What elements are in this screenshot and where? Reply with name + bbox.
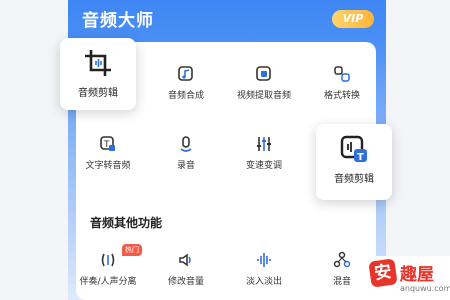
tool-volume[interactable]: 修改音量 [156,250,216,287]
section-title: 音频其他功能 [90,216,163,230]
audio-edit-icon: T [316,134,392,168]
audio-edit-card-left[interactable]: 音频剪辑 [60,38,136,110]
audio-edit-card-right[interactable]: T 音频剪辑 [316,124,392,200]
tool-format-convert[interactable]: 格式转换 [312,64,372,101]
mix-icon [332,250,352,270]
watermark-name: 趣屋 [400,265,434,285]
watermark-url: anquwu.com [400,284,450,293]
equalizer-icon [254,134,274,154]
waveform-icon [254,250,274,270]
tool-label: 淡入淡出 [245,277,282,287]
tool-text-to-audio[interactable]: T 文字转音频 [78,134,138,171]
tool-speed-pitch[interactable]: 变速变调 [234,134,294,171]
tool-record[interactable]: 录音 [156,134,216,171]
text-to-audio-icon: T [98,134,118,154]
tool-label: 修改音量 [167,277,204,287]
svg-text:T: T [357,152,364,163]
tool-label: 文字转音频 [85,161,131,171]
hot-badge: 热门 [122,244,142,256]
tool-fade[interactable]: 淡入淡出 [234,250,294,287]
format-convert-icon [332,64,352,84]
video-extract-icon [254,64,274,84]
vip-badge[interactable]: VIP [332,10,374,28]
tool-label: 视频提取音频 [236,91,291,101]
microphone-icon [176,134,196,154]
card-label: 音频剪辑 [334,174,374,185]
volume-icon [176,250,196,270]
svg-text:T: T [103,140,110,150]
app-title: 音频大师 [82,11,154,31]
music-note-icon [176,64,196,84]
tool-label: 变速变调 [245,161,282,171]
tool-label: 格式转换 [323,91,360,101]
tool-label: 伴奏/人声分离 [79,277,137,287]
card-label: 音频剪辑 [78,88,118,99]
watermark-logo: 安 [368,258,398,288]
crop-icon [60,48,136,82]
tool-mix[interactable]: 混音 [312,250,372,287]
watermark: 安 趣屋 anquwu.com [366,256,450,300]
tool-label: 音频合成 [167,91,204,101]
tool-label: 录音 [176,161,195,171]
tool-video-extract[interactable]: 视频提取音频 [234,64,294,101]
split-voice-icon [98,250,118,270]
tool-audio-merge[interactable]: 音频合成 [156,64,216,101]
tool-label: 混音 [332,277,351,287]
